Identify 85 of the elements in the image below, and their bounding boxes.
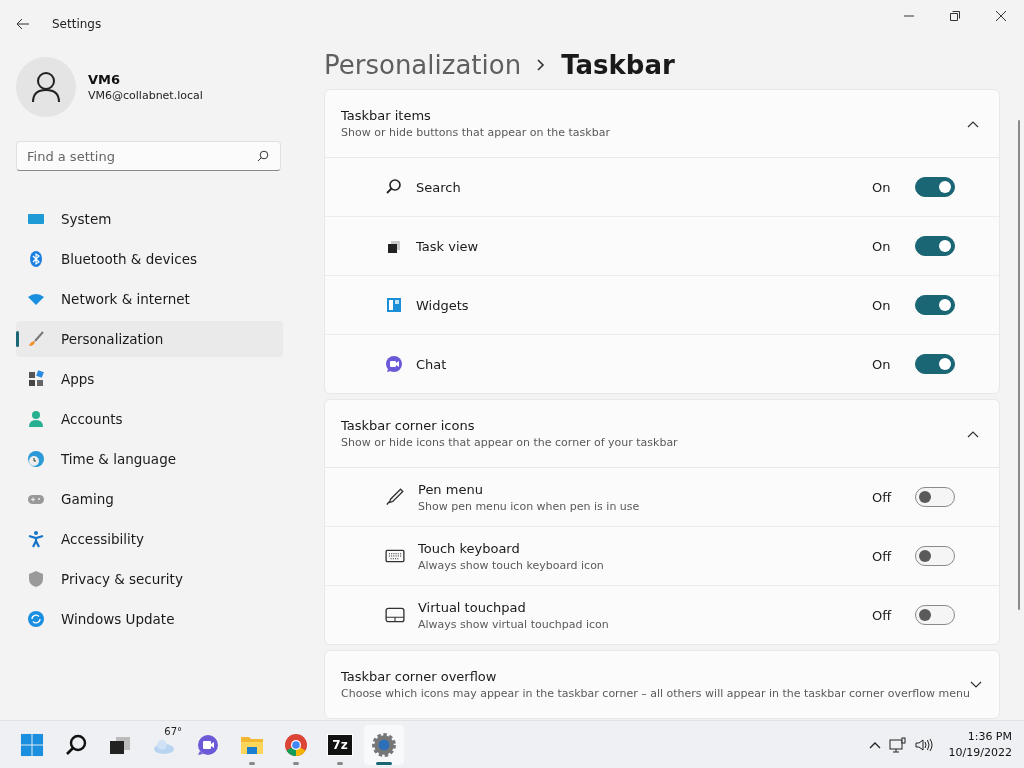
setting-label: Search [416,179,462,195]
taskbar-app[interactable] [364,724,404,765]
toggle-switch[interactable] [915,546,955,566]
setting-description: Always show virtual touchpad icon [418,617,610,631]
app-logo: 7z [328,734,352,755]
accessibility-icon [27,530,45,548]
nav-item[interactable]: Network & internet [16,281,283,317]
setting-label: Task view [416,238,480,254]
restore-icon [950,11,960,21]
nav-item[interactable]: Gaming [16,481,283,517]
setting-description: Always show touch keyboard icon [418,558,605,572]
toggle-state: On [872,297,892,313]
section-description: Show or hide icons that appear on the corner of your taskbar [341,436,679,449]
toggle-state: On [872,238,892,254]
pen-icon [385,487,405,507]
toggle-state: Off [872,548,893,564]
chevron-up-icon[interactable] [868,740,881,749]
toggle-state: Off [872,489,893,505]
setting-label: Chat [416,356,448,372]
globe-clock-icon [27,450,45,468]
bluetooth-icon [27,250,45,268]
nav-item[interactable]: Accounts [16,401,283,437]
setting-label: Pen menu [418,481,484,497]
section-title: Taskbar items [341,108,432,123]
taskbar-app[interactable]: 7z [320,724,360,765]
toggle-switch[interactable] [915,354,955,374]
search-field[interactable]: Find a setting [16,141,281,171]
search-icon [385,178,403,196]
shield-icon [27,570,45,588]
toggle-switch[interactable] [915,295,955,315]
video-chat-icon [385,355,403,373]
browser-icon [284,732,308,757]
scrollbar[interactable] [1018,120,1020,610]
section-description: Choose which icons may appear in the taskbar corner – all others will appear in the taskbar corner overflow menu [341,687,970,700]
page-title: Taskbar [561,50,675,80]
temperature: 67° [164,725,182,737]
user-name: VM6 [88,72,122,87]
speaker-icon[interactable] [914,737,933,752]
clock-date[interactable]: 10/19/2022 [948,746,1012,759]
nav-item[interactable]: Accessibility [16,521,283,557]
chevron-right-icon [537,59,546,71]
windows-logo-icon [20,732,44,757]
toggle-switch[interactable] [915,177,955,197]
search-icon[interactable] [257,150,269,162]
chevron-down-icon[interactable] [969,680,982,689]
close-icon [996,11,1006,21]
chevron-up-icon[interactable] [967,119,979,128]
nav-item[interactable]: Privacy & security [16,561,283,597]
nav-item[interactable]: Personalization [16,321,283,357]
nav-item[interactable]: Bluetooth & devices [16,241,283,277]
toggle-switch[interactable] [915,487,955,507]
clock-time[interactable]: 1:36 PM [967,730,1012,743]
breadcrumb-link[interactable]: Personalization [324,50,522,80]
apps-icon [27,370,45,388]
touchpad-icon [385,605,405,625]
setting-label: Touch keyboard [418,540,521,556]
section-description: Show or hide buttons that appear on the taskbar [341,126,611,139]
paintbrush-icon [27,330,45,348]
section-title: Taskbar corner overflow [341,669,498,684]
setting-label: Virtual touchpad [418,599,527,615]
toggle-state: On [872,356,892,372]
taskbar-app[interactable]: 67° [144,724,184,765]
setting-description: Show pen menu icon when pen is in use [418,499,641,513]
widgets-icon [385,296,403,314]
toggle-state: On [872,179,892,195]
window-title: Settings [52,17,102,31]
gear-icon [371,731,397,758]
setting-label: Widgets [416,297,470,313]
update-icon [27,610,45,628]
video-chat-icon [196,732,220,757]
nav-item[interactable]: Windows Update [16,601,283,637]
person-icon [31,71,61,103]
nav-item[interactable]: Time & language [16,441,283,477]
back-arrow-icon[interactable] [16,18,30,30]
nav-item[interactable]: Apps [16,361,283,397]
section-title: Taskbar corner icons [341,418,476,433]
toggle-state: Off [872,607,893,623]
person-icon [27,410,45,428]
nav-item[interactable]: System [16,201,283,237]
search-icon [64,732,88,757]
network-icon[interactable] [888,736,907,753]
user-email: VM6@collabnet.local [88,89,203,102]
chevron-up-icon[interactable] [967,429,979,438]
toggle-switch[interactable] [915,605,955,625]
toggle-switch[interactable] [915,236,955,256]
